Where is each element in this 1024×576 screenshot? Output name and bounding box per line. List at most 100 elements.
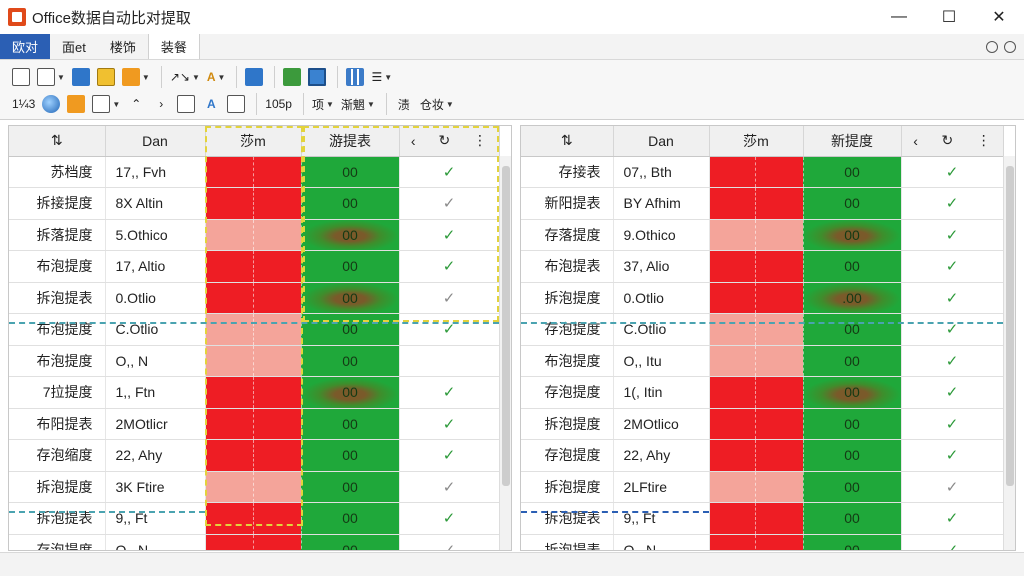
left-table-row[interactable]: 拆泡提表 0.Otlio 00 ✓ — [9, 282, 500, 314]
check-icon[interactable] — [399, 345, 500, 377]
list-button[interactable]: ☰ ▼ — [369, 66, 394, 88]
right-table-row[interactable]: 布泡提表 37, Alio 00 ✓ — [521, 250, 1004, 283]
check-icon[interactable]: ✓ — [399, 502, 500, 535]
chevron-left-icon[interactable]: ‹ — [913, 133, 918, 149]
right-table-row[interactable]: 拆泡提表 O,, N 00 ✓ — [521, 534, 1004, 550]
right-header-col1[interactable]: Dan — [613, 126, 710, 157]
help-icon[interactable] — [986, 40, 998, 53]
check-icon[interactable]: ✓ — [399, 156, 500, 188]
right-table-row[interactable]: 存泡提度 22, Ahy 00 ✓ — [521, 439, 1004, 472]
check-icon[interactable]: ✓ — [901, 534, 1004, 550]
left-table-row[interactable]: 布泡提度 17, Altio 00 ✓ — [9, 250, 500, 283]
right-header-col3[interactable]: 新提度 — [803, 126, 902, 157]
check-icon[interactable]: ✓ — [901, 408, 1004, 440]
left-header-sort-icon[interactable]: ⇅ — [9, 126, 106, 157]
left-table-row[interactable]: 存泡提度 O,, N 00 ✓ — [9, 534, 500, 550]
check-icon[interactable]: ✓ — [901, 250, 1004, 283]
left-header-col1[interactable]: Dan — [105, 126, 206, 157]
right-header-sort-icon[interactable]: ⇅ — [521, 126, 614, 157]
zoom-button[interactable]: 105p — [263, 93, 294, 115]
fill-color-button[interactable]: ▼ — [120, 66, 152, 88]
check-icon[interactable]: ✓ — [399, 250, 500, 283]
check-icon[interactable]: ✓ — [901, 187, 1004, 220]
font-button[interactable]: A — [200, 93, 222, 115]
menu-tab-view[interactable]: 面et — [50, 34, 98, 59]
settings-icon[interactable] — [1004, 40, 1016, 53]
monitor-button[interactable] — [306, 66, 328, 88]
text-color-button[interactable]: A ▼ — [205, 66, 228, 88]
format-button[interactable]: ▼ — [90, 93, 122, 115]
left-table-row[interactable]: 拆落提度 5.Othico 00 ✓ — [9, 219, 500, 251]
next-button[interactable]: › — [150, 93, 172, 115]
right-table-row[interactable]: 拆泡提度 0.Otlio .00 ✓ — [521, 282, 1004, 314]
paste-button[interactable] — [225, 93, 247, 115]
right-table-row[interactable]: 拆泡提度 2LFtire 00 ✓ — [521, 471, 1004, 503]
check-icon[interactable]: ✓ — [901, 439, 1004, 472]
left-table-row[interactable]: 布泡提度 C.Otlio 00 ✓ — [9, 313, 500, 346]
left-table-row[interactable]: 苏档度 17,, Fvh 00 ✓ — [9, 156, 500, 188]
menu-tab-compare[interactable]: 欧对 — [0, 34, 51, 59]
right-header-col2[interactable]: 莎m — [709, 126, 804, 157]
check-icon[interactable]: ✓ — [901, 376, 1004, 409]
clear-button[interactable]: ⌃ — [125, 93, 147, 115]
number-button[interactable]: 1¼3 — [10, 93, 37, 115]
right-table-row[interactable]: 存泡提度 C.Otlio 00 ✓ — [521, 313, 1004, 346]
menu-tab-equip[interactable]: 装餐 — [147, 34, 200, 59]
refresh-icon[interactable]: ↻ — [941, 132, 953, 149]
menu-tab-settings[interactable]: 楼饰 — [98, 34, 148, 59]
check-icon[interactable]: ✓ — [399, 408, 500, 440]
left-header-col2[interactable]: 莎m — [205, 126, 302, 157]
check-icon[interactable]: ✓ — [901, 282, 1004, 314]
open-doc-button[interactable]: ▼ — [35, 66, 67, 88]
new-doc-button[interactable] — [10, 66, 32, 88]
left-table-row[interactable]: 存泡缩度 22, Ahy 00 ✓ — [9, 439, 500, 472]
right-table-row[interactable]: 存落提度 9.Othico 00 ✓ — [521, 219, 1004, 251]
check-icon[interactable]: ✓ — [399, 219, 500, 251]
maximize-button[interactable]: ☐ — [924, 0, 974, 34]
arrows-button[interactable]: ↗↘ ▼ — [168, 66, 202, 88]
edit-button[interactable] — [95, 66, 117, 88]
check-icon[interactable]: ✓ — [399, 534, 500, 550]
left-table-row[interactable]: 拆泡提表 9,, Ft 00 ✓ — [9, 502, 500, 535]
paint-button[interactable] — [65, 93, 87, 115]
check-icon[interactable]: ✓ — [901, 313, 1004, 346]
right-table-row[interactable]: 拆泡提度 2MOtlico 00 ✓ — [521, 408, 1004, 440]
check-icon[interactable]: ✓ — [901, 502, 1004, 535]
left-table-row[interactable]: 布泡提度 O,, N 00 — [9, 345, 500, 377]
left-table-row[interactable]: 7拉提度 1,, Ftn 00 ✓ — [9, 376, 500, 409]
refresh-icon[interactable]: ↻ — [438, 132, 450, 149]
left-table-row[interactable]: 拆接提度 8X Altin 00 ✓ — [9, 187, 500, 220]
globe-button[interactable] — [40, 93, 62, 115]
check-icon[interactable]: ✓ — [399, 313, 500, 346]
check-icon[interactable]: ✓ — [399, 439, 500, 472]
left-scrollbar-thumb[interactable] — [502, 166, 510, 486]
right-table-row[interactable]: 存泡提度 1(, Itin 00 ✓ — [521, 376, 1004, 409]
sort-dropdown[interactable]: 仓妆 ▼ — [418, 93, 456, 115]
chevron-left-icon[interactable]: ‹ — [411, 133, 416, 149]
minimize-button[interactable]: — — [874, 0, 924, 34]
compare-dropdown[interactable]: 渐魍 ▼ — [339, 93, 377, 115]
link-button[interactable] — [243, 66, 265, 88]
close-button[interactable]: ✕ — [974, 0, 1024, 34]
item-dropdown[interactable]: 项 ▼ — [310, 93, 336, 115]
check-icon[interactable]: ✓ — [399, 187, 500, 220]
filter-button[interactable]: 渍 — [393, 93, 415, 115]
right-scrollbar[interactable] — [1003, 156, 1015, 550]
left-table-row[interactable]: 布阳提表 2MOtlicr 00 ✓ — [9, 408, 500, 440]
export-button[interactable] — [70, 66, 92, 88]
right-table-row[interactable]: 布泡提度 O,, Itu 00 ✓ — [521, 345, 1004, 377]
check-icon[interactable]: ✓ — [901, 345, 1004, 377]
check-icon[interactable]: ✓ — [901, 156, 1004, 188]
check-icon[interactable]: ✓ — [399, 376, 500, 409]
more-icon[interactable]: ⋮ — [977, 132, 991, 149]
left-header-col3[interactable]: 游提表 — [301, 126, 400, 157]
left-table-row[interactable]: 拆泡提度 3K Ftire 00 ✓ — [9, 471, 500, 503]
check-icon[interactable]: ✓ — [399, 282, 500, 314]
grid-button[interactable] — [344, 66, 366, 88]
check-icon[interactable]: ✓ — [399, 471, 500, 503]
more-icon[interactable]: ⋮ — [473, 132, 487, 149]
check-icon[interactable]: ✓ — [901, 219, 1004, 251]
check-icon[interactable]: ✓ — [901, 471, 1004, 503]
right-table-row[interactable]: 拆泡提表 9,, Ft 00 ✓ — [521, 502, 1004, 535]
right-table-row[interactable]: 新阳提表 BY Afhim 00 ✓ — [521, 187, 1004, 220]
